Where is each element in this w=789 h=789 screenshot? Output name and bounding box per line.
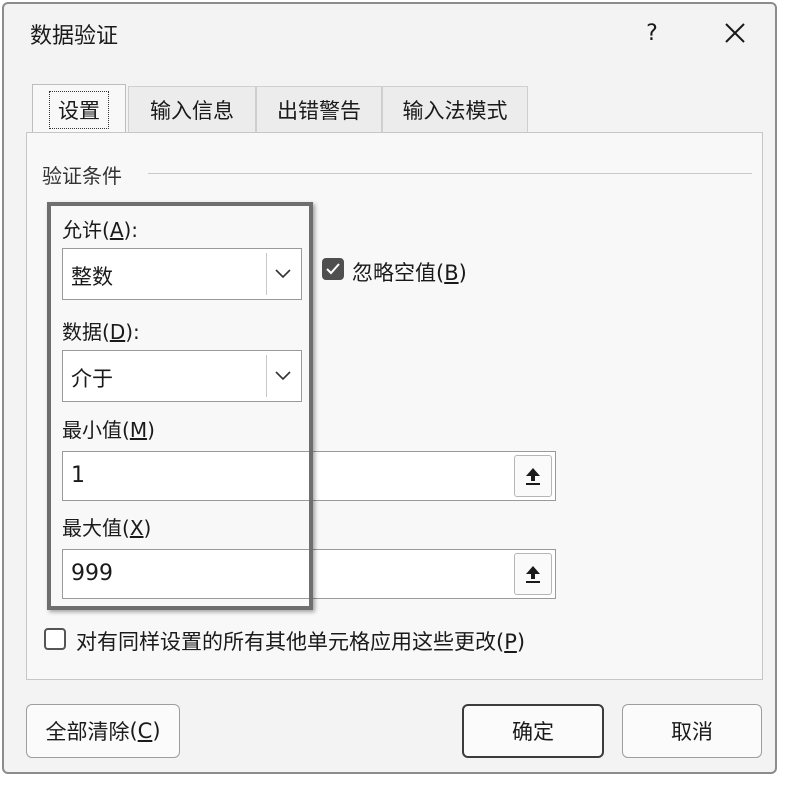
apply-all-label[interactable]: 对有同样设置的所有其他单元格应用这些更改(P) — [76, 626, 525, 656]
checkmark-icon — [326, 263, 340, 275]
collapse-dialog-icon — [526, 468, 540, 485]
help-button[interactable]: ? — [632, 14, 672, 52]
data-select[interactable]: 介于 — [62, 350, 302, 402]
help-icon: ? — [646, 20, 658, 46]
close-icon — [725, 23, 745, 43]
close-button[interactable] — [712, 12, 758, 54]
ignore-blank-label[interactable]: 忽略空值(B) — [352, 257, 467, 287]
maximum-collapse-button[interactable] — [514, 553, 552, 595]
data-dropdown-button[interactable] — [266, 355, 298, 397]
ok-button[interactable]: 确定 — [462, 704, 604, 758]
section-divider — [148, 173, 752, 174]
apply-all-checkbox[interactable] — [44, 628, 66, 650]
minimum-input[interactable]: 1 — [62, 451, 556, 501]
ignore-blank-checkbox[interactable] — [322, 258, 344, 280]
minimum-value: 1 — [71, 463, 85, 488]
tab-settings-label: 设置 — [49, 90, 109, 129]
cancel-button[interactable]: 取消 — [622, 704, 762, 758]
tab-error-alert[interactable]: 出错警告 — [256, 86, 382, 132]
tab-settings[interactable]: 设置 — [32, 84, 126, 134]
tab-ime-mode[interactable]: 输入法模式 — [382, 86, 528, 132]
data-validation-dialog: 数据验证 ? 设置 输入信息 出错警告 输入法模式 验证条件 允许(A): 整数 — [2, 2, 777, 774]
collapse-dialog-icon — [526, 566, 540, 583]
allow-select[interactable]: 整数 — [62, 248, 302, 300]
maximum-input[interactable]: 999 — [62, 549, 556, 599]
chevron-down-icon — [274, 371, 291, 381]
tab-input-message[interactable]: 输入信息 — [128, 86, 256, 132]
minimum-collapse-button[interactable] — [514, 455, 552, 497]
maximum-label: 最大值(X) — [62, 516, 152, 540]
tab-ime-mode-label: 输入法模式 — [402, 98, 508, 123]
dialog-title: 数据验证 — [30, 24, 119, 49]
tab-error-alert-label: 出错警告 — [277, 98, 361, 123]
title-bar: 数据验证 ? — [4, 4, 775, 62]
clear-all-button[interactable]: 全部清除(C) — [26, 704, 180, 758]
maximum-value: 999 — [71, 561, 113, 586]
tab-input-message-label: 输入信息 — [150, 98, 234, 123]
minimum-label: 最小值(M) — [62, 418, 155, 442]
data-value: 介于 — [71, 367, 113, 391]
allow-label: 允许(A): — [62, 218, 139, 242]
chevron-down-icon — [274, 269, 291, 279]
data-label: 数据(D): — [62, 320, 140, 344]
validation-criteria-heading: 验证条件 — [42, 164, 122, 188]
allow-dropdown-button[interactable] — [266, 253, 298, 295]
allow-value: 整数 — [71, 265, 113, 289]
